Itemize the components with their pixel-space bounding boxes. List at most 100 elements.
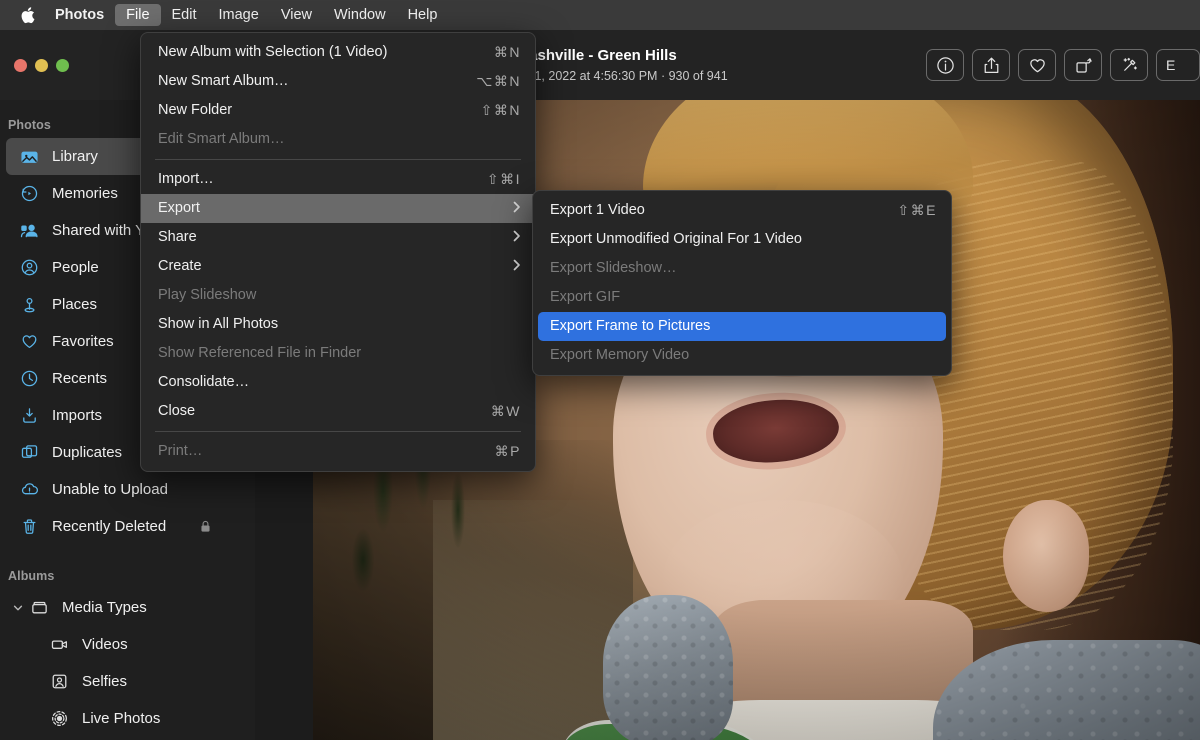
cloud-warning-icon (20, 480, 46, 499)
sidebar-header-albums: Albums (0, 565, 255, 589)
menu-item-create[interactable]: Create (141, 252, 535, 281)
memories-icon (20, 184, 46, 203)
sidebar-item-unable-to-upload[interactable]: Unable to Upload (6, 471, 249, 508)
menu-item-new-smart-album[interactable]: New Smart Album… ⌥⌘N (141, 67, 535, 96)
menu-item-print: Print…⌘P (141, 437, 535, 466)
menu-item-label: Import… (158, 171, 463, 188)
menu-item-label: Export Frame to Pictures (550, 318, 932, 335)
menu-item-label: Create (158, 258, 488, 275)
menu-item-label: Export 1 Video (550, 202, 873, 219)
menu-item-label: New Album with Selection (1 Video) (158, 44, 470, 61)
page-title: Nashville - Green Hills (518, 46, 676, 66)
sidebar-item-label: Recently Deleted (52, 518, 166, 536)
clock-icon (20, 369, 46, 388)
menu-item-export-memory-video: Export Memory Video (533, 341, 951, 370)
menu-item-label: Export Memory Video (550, 347, 937, 364)
lock-icon (198, 519, 213, 534)
sidebar-item-label: Places (52, 296, 97, 314)
menu-item-export-unmodified-original-for-1-video[interactable]: Export Unmodified Original For 1 Video (533, 225, 951, 254)
sidebar-item-label: Memories (52, 185, 118, 203)
sidebar-item-label: Duplicates (52, 444, 122, 462)
menu-item-new-folder[interactable]: New Folder ⇧⌘N (141, 96, 535, 125)
menu-item-label: New Folder (158, 102, 457, 119)
chevron-right-icon (512, 229, 521, 246)
menu-item-shortcut: ⌘W (491, 403, 521, 420)
menu-item-close[interactable]: Close ⌘W (141, 397, 535, 426)
menu-item-label: Export Unmodified Original For 1 Video (550, 231, 937, 248)
sidebar-item-selfies[interactable]: Selfies (6, 663, 249, 700)
menu-bar-items: PhotosFileEditImageViewWindowHelp (44, 4, 448, 26)
library-icon (20, 147, 46, 166)
menu-item-shortcut: ⇧⌘N (481, 102, 521, 119)
menu-item-label: Export (158, 200, 488, 217)
zoom-window-button[interactable] (56, 59, 69, 72)
sidebar-item-label: Media Types (62, 599, 147, 617)
share-icon[interactable] (972, 49, 1010, 81)
import-icon (20, 406, 46, 425)
duplicates-icon (20, 443, 46, 462)
menu-item-shortcut: ⇧⌘E (897, 202, 937, 219)
sidebar-item-label: Imports (52, 407, 102, 425)
chevron-down-icon[interactable] (12, 602, 28, 614)
menu-bar-item-image[interactable]: Image (208, 4, 270, 26)
sidebar-item-label: People (52, 259, 99, 277)
edit-button[interactable]: E (1156, 49, 1200, 81)
menu-item-show-referenced-file-in-finder: Show Referenced File in Finder (141, 339, 535, 368)
sidebar-item-recently-deleted[interactable]: Recently Deleted (6, 508, 249, 545)
info-icon[interactable] (926, 49, 964, 81)
sidebar-item-media-types[interactable]: Media Types (6, 589, 249, 626)
menu-item-new-album-with-selection-1-video[interactable]: New Album with Selection (1 Video) ⌘N (141, 38, 535, 67)
menu-item-import[interactable]: Import…⇧⌘I (141, 165, 535, 194)
export-submenu[interactable]: Export 1 Video ⇧⌘E Export Unmodified Origi… (532, 190, 952, 376)
chevron-right-icon (512, 258, 521, 275)
sidebar-item-label: Live Photos (82, 710, 160, 728)
menu-item-export-slideshow: Export Slideshow… (533, 254, 951, 283)
menu-item-label: New Smart Album… (158, 73, 452, 90)
menu-item-share[interactable]: Share (141, 223, 535, 252)
menu-item-export[interactable]: Export (141, 194, 535, 223)
apple-logo-icon[interactable] (14, 6, 40, 24)
minimize-window-button[interactable] (35, 59, 48, 72)
menu-item-show-in-all-photos[interactable]: Show in All Photos (141, 310, 535, 339)
photos-app-window: PhotosFileEditImageViewWindowHelp Nashvi… (0, 0, 1200, 740)
rotate-icon[interactable] (1064, 49, 1102, 81)
menu-item-label: Play Slideshow (158, 287, 521, 304)
menu-bar-item-photos[interactable]: Photos (44, 4, 115, 26)
trash-icon (20, 517, 46, 536)
magic-wand-icon[interactable] (1110, 49, 1148, 81)
close-window-button[interactable] (14, 59, 27, 72)
live-photo-icon (50, 709, 76, 728)
menu-item-edit-smart-album: Edit Smart Album… (141, 125, 535, 154)
sidebar-item-label: Videos (82, 636, 128, 654)
shared-with-you-icon (20, 221, 46, 240)
menu-bar-item-file[interactable]: File (115, 4, 160, 26)
menu-item-consolidate[interactable]: Consolidate… (141, 368, 535, 397)
menu-item-shortcut: ⌘N (494, 44, 521, 61)
sidebar-item-videos[interactable]: Videos (6, 626, 249, 663)
menu-bar-item-view[interactable]: View (270, 4, 323, 26)
places-icon (20, 295, 46, 314)
chevron-right-icon (512, 200, 521, 217)
system-menu-bar: PhotosFileEditImageViewWindowHelp (0, 0, 1200, 30)
toolbar-actions: E (926, 30, 1200, 100)
heart-icon[interactable] (1018, 49, 1056, 81)
menu-bar-item-help[interactable]: Help (397, 4, 449, 26)
sidebar-item-label: Favorites (52, 333, 114, 351)
menu-item-label: Close (158, 403, 467, 420)
menu-item-label: Consolidate… (158, 374, 521, 391)
menu-item-shortcut: ⌥⌘N (476, 73, 521, 90)
menu-item-label: Export GIF (550, 289, 937, 306)
menu-item-label: Share (158, 229, 488, 246)
file-menu[interactable]: New Album with Selection (1 Video)⌘NNew … (140, 32, 536, 472)
sidebar-item-label: Library (52, 148, 98, 166)
menu-separator (155, 431, 521, 432)
menu-item-export-1-video[interactable]: Export 1 Video ⇧⌘E (533, 196, 951, 225)
menu-item-export-frame-to-pictures[interactable]: Export Frame to Pictures (538, 312, 946, 341)
menu-item-label: Export Slideshow… (550, 260, 937, 277)
menu-bar-item-window[interactable]: Window (323, 4, 397, 26)
sidebar-item-live-photos[interactable]: Live Photos (6, 700, 249, 737)
folder-icon (30, 598, 56, 617)
menu-bar-item-edit[interactable]: Edit (161, 4, 208, 26)
heart-icon (20, 332, 46, 351)
menu-item-label: Show in All Photos (158, 316, 521, 333)
